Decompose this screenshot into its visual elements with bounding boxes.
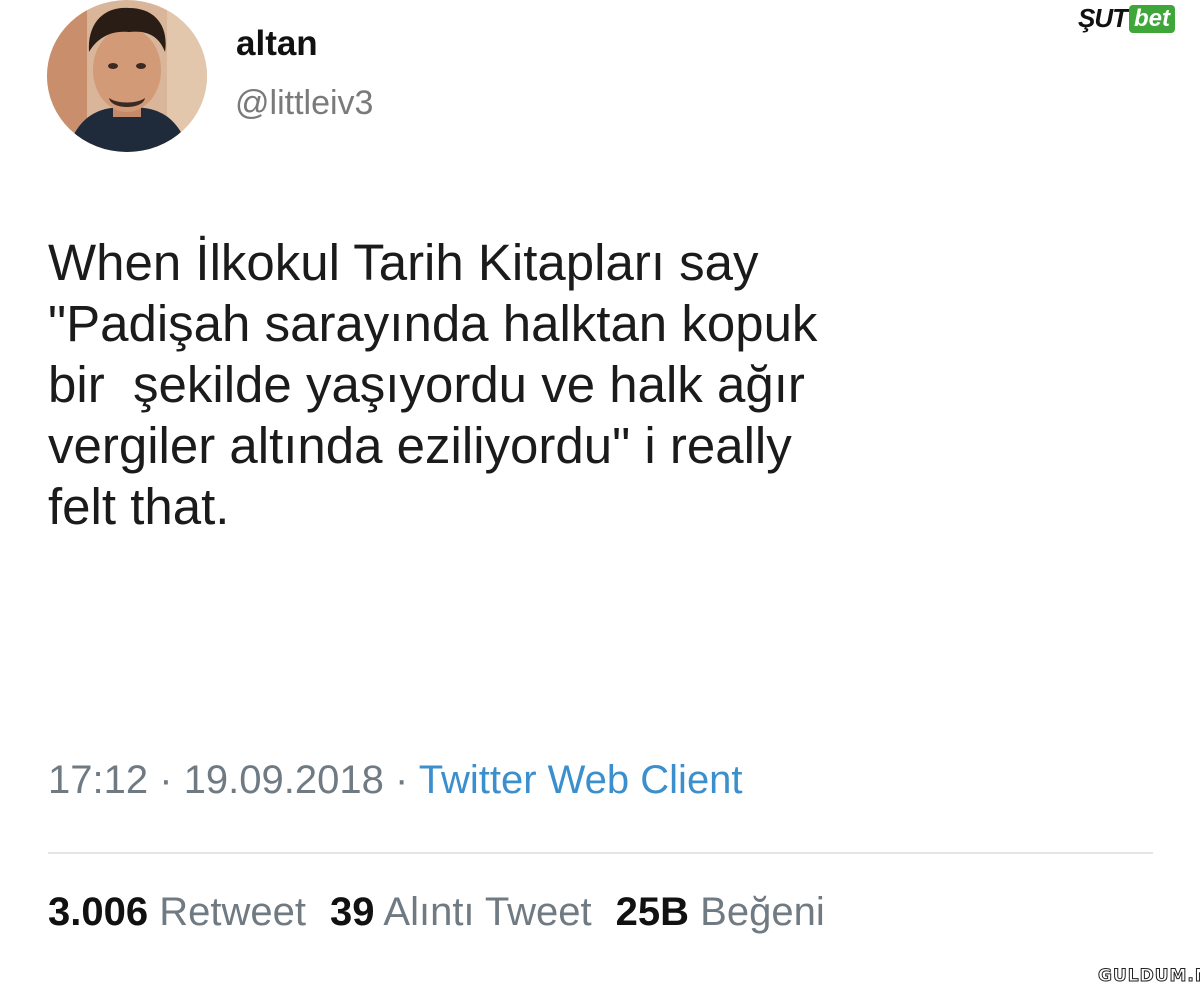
tweet-meta: 17:12 · 19.09.2018 · Twitter Web Client — [48, 758, 743, 803]
divider — [48, 852, 1153, 854]
likes-label: Beğeni — [700, 890, 825, 934]
profile-photo — [47, 0, 207, 152]
meta-separator: · — [159, 758, 173, 802]
watermark-logo: ŞUT bet — [1078, 3, 1175, 34]
tweet-text: When İlkokul Tarih Kitapları say "Padişa… — [48, 234, 818, 535]
likes-stat[interactable]: 25B Beğeni — [616, 890, 825, 934]
retweets-count: 3.006 — [48, 890, 149, 934]
watermark-site: GULDUM.NET — [1097, 966, 1200, 987]
tweet-time[interactable]: 17:12 — [48, 758, 148, 802]
quotes-label: Alıntı Tweet — [383, 890, 592, 934]
watermark-part2: bet — [1129, 4, 1175, 33]
watermark-part1: ŞUT — [1078, 3, 1128, 33]
retweets-label: Retweet — [159, 890, 306, 934]
quotes-stat[interactable]: 39 Alıntı Tweet — [330, 890, 592, 934]
tweet-client-link[interactable]: Twitter Web Client — [419, 758, 743, 802]
quotes-count: 39 — [329, 890, 375, 934]
likes-count: 25B — [615, 890, 690, 934]
avatar[interactable] — [47, 0, 207, 152]
display-name[interactable]: altan — [236, 24, 318, 64]
retweets-stat[interactable]: 3.006 Retweet — [48, 890, 306, 934]
user-handle[interactable]: @littleiv3 — [235, 84, 373, 123]
tweet-date[interactable]: 19.09.2018 — [184, 758, 384, 802]
meta-separator: · — [395, 758, 409, 802]
tweet-stats: 3.006 Retweet 39 Alıntı Tweet 25B Beğeni — [48, 890, 825, 935]
